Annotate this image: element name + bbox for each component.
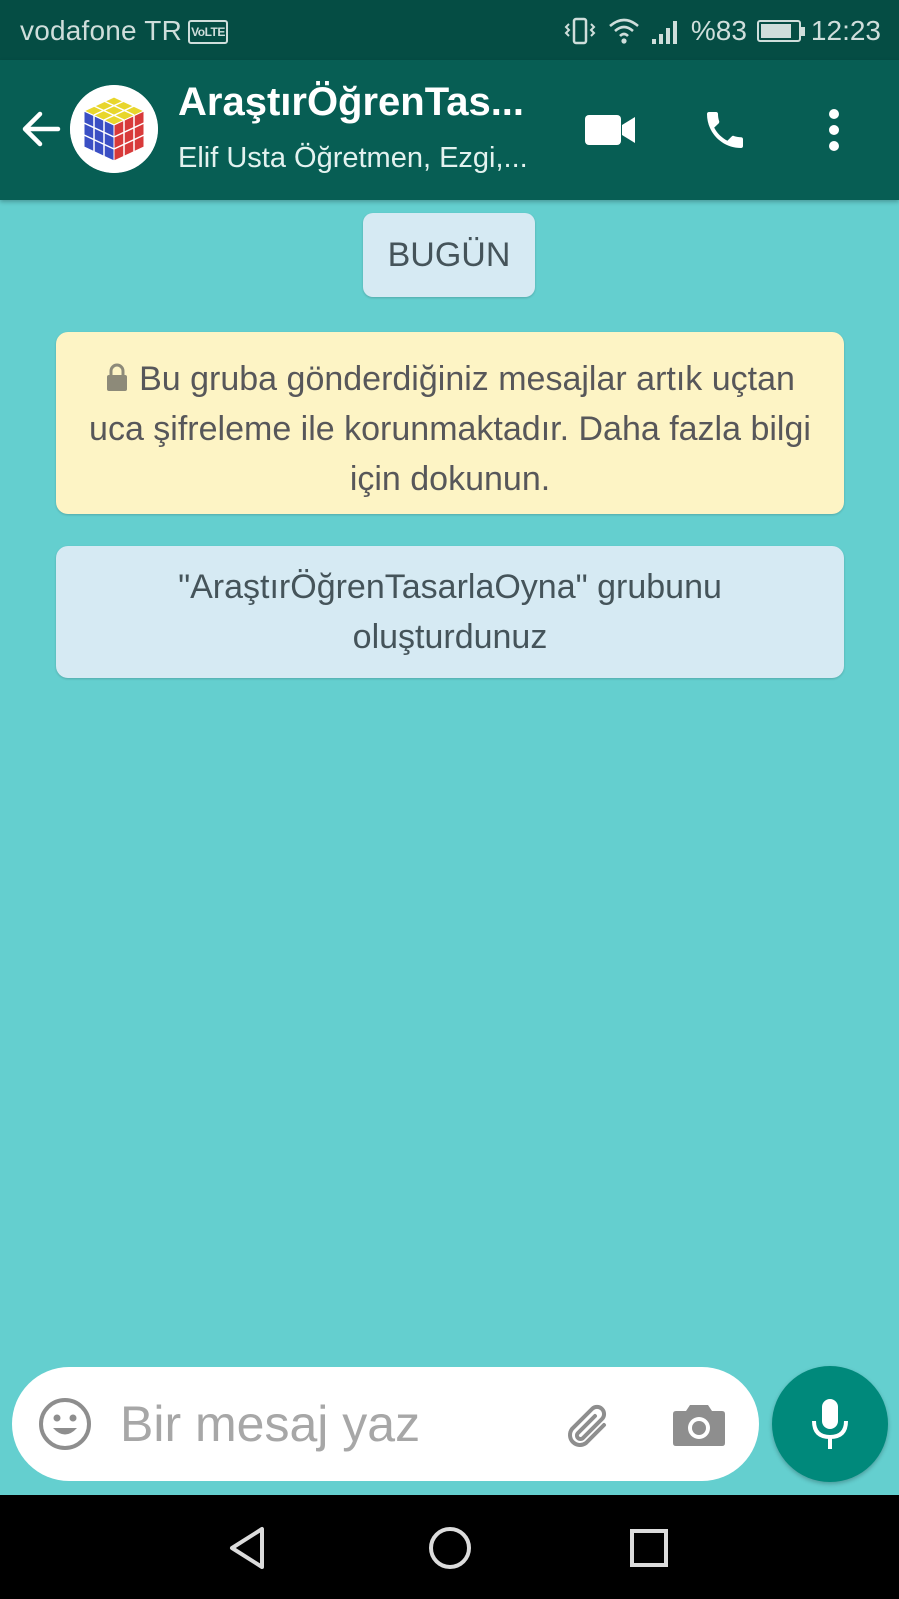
message-input[interactable]: [120, 1391, 520, 1457]
encryption-notice[interactable]: Bu gruba gönderdiğiniz mesajlar artık uç…: [56, 332, 844, 514]
nav-home-button[interactable]: [425, 1523, 475, 1573]
status-indicators: %83 12:23: [563, 14, 881, 48]
attach-button[interactable]: [560, 1397, 616, 1453]
encryption-notice-text: Bu gruba gönderdiğiniz mesajlar artık uç…: [89, 360, 811, 498]
emoji-icon: [39, 1398, 91, 1450]
video-call-button[interactable]: [580, 100, 640, 160]
mic-icon: [812, 1399, 848, 1449]
carrier-name: vodafone TR: [20, 15, 183, 46]
wifi-icon: [609, 18, 639, 44]
system-nav-bar: [0, 1495, 899, 1599]
group-name[interactable]: AraştırÖğrenTas...: [178, 80, 558, 125]
voice-message-button[interactable]: [772, 1366, 888, 1482]
nav-back-button[interactable]: [224, 1523, 274, 1573]
battery-icon: [756, 20, 805, 42]
message-composer: [12, 1367, 759, 1481]
nav-recents-button[interactable]: [624, 1523, 674, 1573]
triangle-back-icon: [230, 1527, 264, 1569]
emoji-button[interactable]: [38, 1397, 92, 1451]
voice-call-button[interactable]: [695, 100, 755, 160]
battery-level: [760, 24, 791, 38]
back-button[interactable]: [16, 104, 66, 154]
camera-icon: [673, 1405, 725, 1446]
clock: 12:23: [810, 15, 881, 46]
chat-header: AraştırÖğrenTas... Elif Usta Öğretmen, E…: [0, 60, 899, 200]
volte-badge: VoLTE: [188, 20, 228, 44]
group-avatar[interactable]: [70, 85, 158, 173]
video-call-icon: [585, 115, 635, 145]
back-arrow-icon: [22, 111, 61, 147]
square-recents-icon: [630, 1529, 668, 1567]
more-options-icon: [829, 109, 839, 151]
status-bar: vodafone TR VoLTE %83 12:23: [0, 0, 899, 60]
camera-button[interactable]: [672, 1399, 726, 1449]
battery-percent: %83: [690, 15, 747, 46]
rubiks-cube-icon: [70, 85, 158, 173]
phone-icon: [707, 112, 743, 148]
signal-icon: [651, 21, 677, 44]
more-options-button[interactable]: [814, 100, 854, 160]
group-participants[interactable]: Elif Usta Öğretmen, Ezgi,...: [178, 142, 558, 175]
attach-icon: [568, 1404, 607, 1447]
lock-icon: [107, 363, 128, 391]
date-separator: BUGÜN: [363, 213, 535, 297]
circle-home-icon: [429, 1527, 471, 1569]
group-created-message: "AraştırÖğrenTasarlaOyna" grubunu oluştu…: [56, 546, 844, 678]
vibrate-icon: [564, 17, 596, 45]
